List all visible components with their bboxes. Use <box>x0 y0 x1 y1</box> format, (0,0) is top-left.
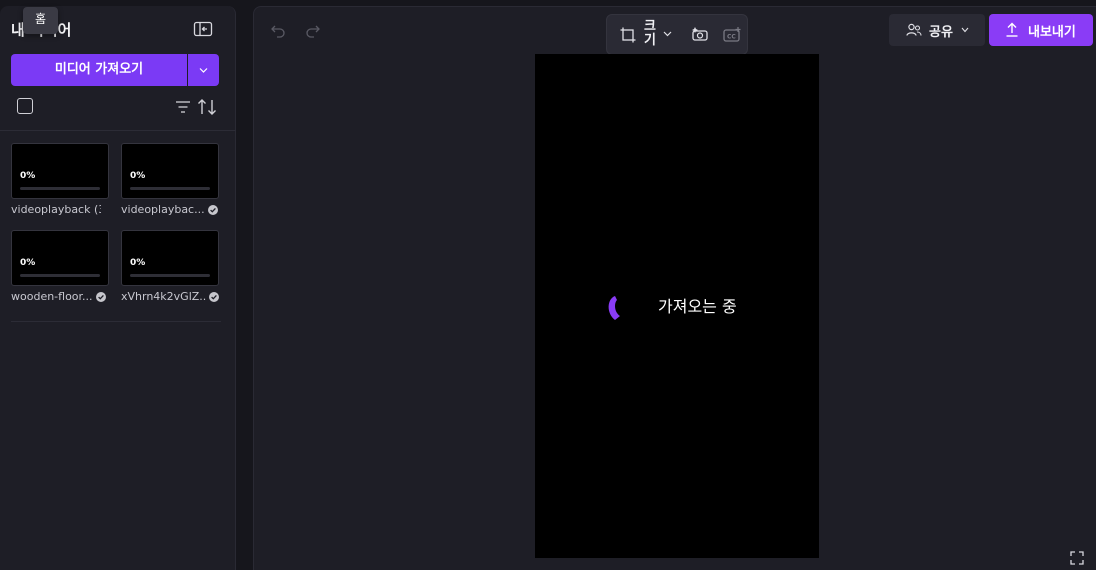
share-button[interactable]: 공유 <box>889 14 985 46</box>
fullscreen-icon[interactable] <box>1070 551 1084 565</box>
home-tooltip: 홈 <box>23 7 58 34</box>
verified-check-icon <box>209 291 219 302</box>
people-icon <box>906 23 922 36</box>
size-button[interactable]: 크기 <box>643 20 657 48</box>
verified-check-icon <box>207 204 218 215</box>
verified-check-icon <box>95 291 106 302</box>
media-name: videoplaybac... <box>121 203 205 216</box>
chevron-down-icon[interactable] <box>663 31 672 37</box>
media-item[interactable]: 0% videoplaybac... <box>121 143 219 216</box>
panel-divider <box>0 130 236 131</box>
chevron-down-icon <box>199 68 208 73</box>
loading-status: 가져오는 중 <box>658 297 737 316</box>
loading-spinner-icon <box>608 296 620 320</box>
media-item[interactable]: 0% xVhrn4k2vGlZ... <box>121 230 219 303</box>
import-media-button[interactable]: 미디어 가져오기 <box>11 54 187 86</box>
background-remove-icon[interactable] <box>691 26 709 42</box>
media-name: xVhrn4k2vGlZ... <box>121 290 206 303</box>
export-label: 내보내기 <box>1028 25 1076 40</box>
filter-icon[interactable] <box>175 100 191 114</box>
upload-progress-bar <box>130 187 210 190</box>
media-thumbnail[interactable]: 0% <box>11 230 109 286</box>
sort-icon[interactable] <box>197 98 217 116</box>
caption-add-icon[interactable]: CC <box>723 26 742 43</box>
export-button[interactable]: 내보내기 <box>989 14 1093 46</box>
resize-icon[interactable] <box>620 27 636 43</box>
upload-progress-bar <box>130 274 210 277</box>
import-options-button[interactable] <box>188 54 219 86</box>
upload-progress-bar <box>20 187 100 190</box>
upload-progress-bar <box>20 274 100 277</box>
upload-icon <box>1006 22 1018 37</box>
media-item[interactable]: 0% videoplayback (3... <box>11 143 109 216</box>
list-divider <box>11 321 221 322</box>
share-label: 공유 <box>929 25 953 40</box>
media-name: videoplayback (3... <box>11 203 101 216</box>
upload-progress-label: 0% <box>130 171 146 181</box>
upload-progress-label: 0% <box>130 258 146 268</box>
media-panel: 내 미디어 미디어 가져오기 0% <box>0 6 236 570</box>
upload-progress-label: 0% <box>20 171 36 181</box>
redo-icon[interactable] <box>305 22 321 38</box>
media-thumbnail[interactable]: 0% <box>11 143 109 199</box>
media-thumbnail[interactable]: 0% <box>121 230 219 286</box>
collapse-panel-icon[interactable] <box>193 21 213 37</box>
canvas-toolbar: 크기 CC <box>606 14 748 55</box>
media-item[interactable]: 0% wooden-floor... <box>11 230 109 303</box>
svg-text:CC: CC <box>727 34 736 41</box>
chevron-down-icon <box>961 27 969 33</box>
select-all-checkbox[interactable] <box>17 98 33 114</box>
media-name: wooden-floor... <box>11 290 93 303</box>
upload-progress-label: 0% <box>20 258 36 268</box>
editor-app: 내 미디어 미디어 가져오기 0% <box>0 0 1096 570</box>
undo-icon[interactable] <box>270 22 286 38</box>
media-thumbnail[interactable]: 0% <box>121 143 219 199</box>
